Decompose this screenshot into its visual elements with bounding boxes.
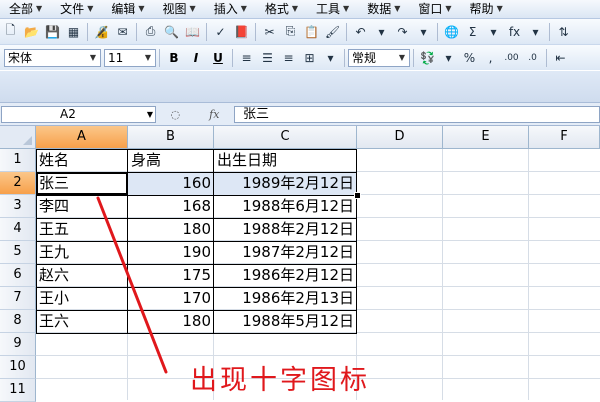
chevron-down-icon: ▼ xyxy=(291,4,299,13)
number-format-value: 常规 xyxy=(352,51,377,65)
font-size-value: 11 xyxy=(108,50,124,65)
insert-function-icon[interactable]: fx xyxy=(505,22,524,41)
toolbar-separator xyxy=(346,22,347,41)
menu-view[interactable]: 视图 ▼ xyxy=(154,0,205,18)
print-preview-icon[interactable]: 🔍 xyxy=(162,22,181,41)
chevron-down-icon[interactable]: ▼ xyxy=(87,51,99,65)
menu-edit[interactable]: 编辑 ▼ xyxy=(102,0,153,18)
grip-icon: ◌ xyxy=(170,107,181,121)
toolbar-separator xyxy=(549,22,550,41)
chevron-down-icon: ▼ xyxy=(240,4,247,13)
copy-icon[interactable]: ⎘ xyxy=(281,22,300,41)
formatting-toolbar: 宋体 ▼ 11 ▼ B I U ≡ ☰ ≡ ⊞ ▾ 常规 ▼ 💱 ▾ % , .… xyxy=(0,45,600,70)
font-name-value: 宋体 xyxy=(8,51,33,65)
toolbar-separator xyxy=(344,48,345,67)
number-format-select[interactable]: 常规 ▼ xyxy=(348,48,410,67)
bold-button[interactable]: B xyxy=(164,48,184,67)
research-icon[interactable]: 📖 xyxy=(183,22,202,41)
spreadsheet-icon[interactable]: ▦ xyxy=(64,22,83,41)
formula-controls: ◌ fx xyxy=(156,106,234,123)
toolbar-separator xyxy=(546,48,547,67)
sort-ascending-icon[interactable]: ⇅ xyxy=(554,22,573,41)
toolbar-separator xyxy=(136,22,137,41)
menu-file[interactable]: 文件 ▼ xyxy=(51,0,102,18)
paste-icon[interactable]: 📋 xyxy=(302,22,321,41)
decrease-indent-icon[interactable]: ⇤ xyxy=(551,48,570,67)
font-name-select[interactable]: 宋体 ▼ xyxy=(4,48,101,67)
chevron-down-icon: ▼ xyxy=(394,4,401,13)
toolbar-separator xyxy=(413,48,414,67)
increase-decimal-icon[interactable]: .00 xyxy=(502,48,521,67)
standard-toolbar: 🗋 📂 💾 ▦ 🔏 ✉ ⎙ 🔍 📖 ✓ 📕 ✂ ⎘ 📋 🖌 ↶ ▾ ↷ ▾ 🌐 … xyxy=(0,19,600,45)
menu-all[interactable]: 全部 ▼ xyxy=(0,0,51,18)
autosum-icon[interactable]: Σ xyxy=(463,22,482,41)
decrease-decimal-icon[interactable]: .0 xyxy=(523,48,542,67)
align-right-icon[interactable]: ≡ xyxy=(279,48,298,67)
redo-icon[interactable]: ↷ xyxy=(393,22,412,41)
chevron-down-icon: ▼ xyxy=(138,4,145,13)
formula-input[interactable]: 张三 xyxy=(234,105,600,123)
chevron-down-icon: ▼ xyxy=(189,4,196,13)
merge-center-icon[interactable]: ⊞ xyxy=(300,48,319,67)
name-box-value: A2 xyxy=(60,106,76,121)
percent-icon[interactable]: % xyxy=(460,48,479,67)
open-folder-icon[interactable]: 📂 xyxy=(22,22,41,41)
chevron-down-icon: ▼ xyxy=(36,4,43,13)
chevron-down-icon[interactable]: ▼ xyxy=(147,107,153,122)
dropdown-icon[interactable]: ▾ xyxy=(439,48,458,67)
formula-bar: A2 ▼ ◌ fx 张三 xyxy=(0,103,600,126)
print-icon[interactable]: ⎙ xyxy=(141,22,160,41)
chevron-down-icon: ▼ xyxy=(496,4,503,13)
dropdown-icon[interactable]: ▾ xyxy=(526,22,545,41)
align-center-icon[interactable]: ☰ xyxy=(258,48,277,67)
align-left-icon[interactable]: ≡ xyxy=(237,48,256,67)
toolbar-band xyxy=(0,71,600,103)
menu-data[interactable]: 数据 ▼ xyxy=(358,0,409,18)
toolbar-separator xyxy=(232,48,233,67)
toolbar-separator xyxy=(206,22,207,41)
toolbar-separator xyxy=(87,22,88,41)
cut-icon[interactable]: ✂ xyxy=(260,22,279,41)
dropdown-icon[interactable]: ▾ xyxy=(414,22,433,41)
comma-style-icon[interactable]: , xyxy=(481,48,500,67)
italic-button[interactable]: I xyxy=(186,48,206,67)
chevron-down-icon: ▼ xyxy=(343,4,350,13)
menu-bar: 全部 ▼ 文件 ▼ 编辑 ▼ 视图 ▼ 插入 ▼ 格式 ▼ 工具 ▼ 数据 ▼ 窗口 ▼ 帮助 ▼ xyxy=(0,0,600,19)
menu-tools[interactable]: 工具 ▼ xyxy=(307,0,358,18)
permission-icon[interactable]: 🔏 xyxy=(92,22,111,41)
underline-button[interactable]: U xyxy=(208,48,228,67)
spreadsheet-grid[interactable]: A B C D E F 1 2 3 4 5 6 7 8 9 10 11 姓名 身… xyxy=(0,126,600,402)
research-book-icon[interactable]: 📕 xyxy=(232,22,251,41)
undo-icon[interactable]: ↶ xyxy=(351,22,370,41)
format-painter-icon[interactable]: 🖌 xyxy=(323,22,342,41)
toolbar-separator xyxy=(255,22,256,41)
dropdown-icon[interactable]: ▾ xyxy=(372,22,391,41)
dropdown-icon[interactable]: ▾ xyxy=(321,48,340,67)
font-size-select[interactable]: 11 ▼ xyxy=(104,48,156,67)
menu-help[interactable]: 帮助 ▼ xyxy=(461,0,512,18)
menu-insert[interactable]: 插入 ▼ xyxy=(205,0,256,18)
dropdown-icon[interactable]: ▾ xyxy=(484,22,503,41)
insert-function-button[interactable]: fx xyxy=(209,108,219,121)
name-box[interactable]: A2 ▼ xyxy=(1,105,156,123)
currency-icon[interactable]: 💱 xyxy=(418,48,437,67)
toolbar-separator xyxy=(437,22,438,41)
chevron-down-icon: ▼ xyxy=(87,4,94,13)
chevron-down-icon: ▼ xyxy=(445,4,452,13)
new-file-icon[interactable]: 🗋 xyxy=(1,22,20,41)
menu-format[interactable]: 格式 ▼ xyxy=(256,0,307,18)
save-icon[interactable]: 💾 xyxy=(43,22,62,41)
chevron-down-icon[interactable]: ▼ xyxy=(396,51,408,65)
hyperlink-icon[interactable]: 🌐 xyxy=(442,22,461,41)
spelling-icon[interactable]: ✓ xyxy=(211,22,230,41)
menu-window[interactable]: 窗口 ▼ xyxy=(409,0,460,18)
annotation-text: 出现十字图标 xyxy=(190,365,370,396)
email-icon[interactable]: ✉ xyxy=(113,22,132,41)
chevron-down-icon[interactable]: ▼ xyxy=(142,51,154,65)
toolbar-separator xyxy=(159,48,160,67)
